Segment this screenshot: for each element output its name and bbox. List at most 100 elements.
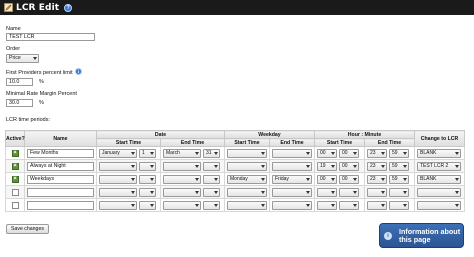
date-start-day-select[interactable] <box>139 174 156 184</box>
weekday-end-select[interactable] <box>272 161 312 171</box>
min-margin-input[interactable]: 30.0 <box>6 99 33 107</box>
end-minute-select[interactable]: 59 <box>389 174 409 184</box>
end-hour-select[interactable] <box>367 200 387 210</box>
date-end-cell <box>160 185 225 199</box>
weekday-end-select[interactable] <box>272 200 312 210</box>
start-hour-select[interactable]: 19 <box>317 161 337 171</box>
start-hour-select[interactable] <box>317 200 337 210</box>
chevron-down-icon <box>195 177 199 181</box>
date-end-month-select[interactable] <box>163 200 201 210</box>
start-minute-select[interactable]: 00 <box>339 148 359 158</box>
period-name-input[interactable] <box>27 200 94 210</box>
weekday-start-select[interactable] <box>227 200 267 210</box>
active-checkbox[interactable]: × <box>11 149 19 157</box>
chevron-down-icon <box>261 164 265 168</box>
date-start-month-select[interactable] <box>99 174 137 184</box>
date-end-day-select[interactable] <box>203 161 220 171</box>
change-to-lcr-select[interactable] <box>417 187 461 197</box>
help-icon[interactable]: ? <box>64 3 73 12</box>
date-start-day-select[interactable] <box>139 200 156 210</box>
chevron-down-icon <box>131 203 135 207</box>
name-input[interactable]: TEST LCR <box>6 33 95 41</box>
chevron-down-icon <box>150 203 154 207</box>
end-hour-select[interactable] <box>367 187 387 197</box>
active-cell <box>5 185 25 199</box>
weekday-end-cell <box>269 185 315 199</box>
start-minute-select[interactable]: 00 <box>339 161 359 171</box>
date-start-day-select[interactable] <box>139 161 156 171</box>
end-minute-select[interactable] <box>389 200 409 210</box>
active-checkbox[interactable] <box>11 201 19 209</box>
order-select[interactable]: Price <box>6 54 39 63</box>
chevron-down-icon <box>455 164 459 168</box>
end-minute-select-value: 59 <box>392 149 398 156</box>
weekday-start-select[interactable]: Monday <box>227 174 267 184</box>
date-end-month-select[interactable] <box>163 187 201 197</box>
weekday-start-select[interactable] <box>227 148 267 158</box>
weekday-start-select[interactable] <box>227 187 267 197</box>
first-providers-input[interactable]: 10.0 <box>6 78 33 86</box>
chevron-down-icon <box>306 177 310 181</box>
date-end-day-select[interactable]: 31 <box>203 148 220 158</box>
date-start-day-select[interactable]: 1 <box>139 148 156 158</box>
date-start-month-select[interactable] <box>99 161 137 171</box>
end-hour-select[interactable]: 23 <box>367 161 387 171</box>
chevron-down-icon <box>331 203 335 207</box>
change-to-lcr-select[interactable]: BLANK <box>417 174 461 184</box>
name-cell: Few Months <box>24 146 97 160</box>
period-name-input[interactable]: Weekdays <box>27 174 94 184</box>
info-box-label: Information about this page <box>399 226 461 244</box>
change-to-lcr-select[interactable]: TEST LCR 2 <box>417 161 461 171</box>
date-start-day-select[interactable] <box>139 187 156 197</box>
change-to-lcr-select[interactable] <box>417 200 461 210</box>
date-start-month-select[interactable]: January <box>99 148 137 158</box>
active-checkbox[interactable] <box>11 188 19 196</box>
end-hour-select[interactable]: 23 <box>367 174 387 184</box>
date-end-month-select[interactable] <box>163 161 201 171</box>
date-end-day-select[interactable] <box>203 174 220 184</box>
date-end-month-select[interactable] <box>163 174 201 184</box>
chevron-down-icon <box>150 190 154 194</box>
chevron-down-icon <box>403 203 407 207</box>
date-end-day-select[interactable] <box>203 200 220 210</box>
weekday-end-select[interactable] <box>272 148 312 158</box>
info-about-page-button[interactable]: i Information about this page <box>379 223 464 248</box>
start-hour-select[interactable] <box>317 187 337 197</box>
active-checkbox[interactable]: × <box>11 175 19 183</box>
weekday-end-select[interactable]: Friday <box>272 174 312 184</box>
end-minute-select[interactable]: 59 <box>389 161 409 171</box>
active-cell <box>5 198 25 212</box>
chevron-down-icon <box>403 151 407 155</box>
period-name-input[interactable]: Few Months <box>27 148 94 158</box>
end-minute-select[interactable]: 59 <box>389 148 409 158</box>
page-title: LCR Edit <box>16 2 60 13</box>
date-start-month-select[interactable] <box>99 187 137 197</box>
weekday-start-select[interactable] <box>227 161 267 171</box>
start-minute-select[interactable] <box>339 187 359 197</box>
chevron-down-icon <box>261 190 265 194</box>
chevron-down-icon <box>131 164 135 168</box>
end-hour-select[interactable]: 23 <box>367 148 387 158</box>
name-cell: Weekdays <box>24 172 97 186</box>
table-row: × Weekdays Monday Friday 00 00 23 59 BLANK <box>5 172 465 186</box>
chevron-down-icon <box>195 164 199 168</box>
start-minute-select[interactable]: 00 <box>339 174 359 184</box>
active-checkbox[interactable]: × <box>11 162 19 170</box>
save-changes-button[interactable]: Save changes <box>6 224 49 234</box>
date-start-month-select[interactable] <box>99 200 137 210</box>
info-icon[interactable]: i <box>75 68 82 75</box>
end-minute-select[interactable] <box>389 187 409 197</box>
start-minute-select[interactable] <box>339 200 359 210</box>
change-to-lcr-select[interactable]: BLANK <box>417 148 461 158</box>
date-end-month-select[interactable]: March <box>163 148 201 158</box>
weekday-end-select[interactable] <box>272 187 312 197</box>
start-hour-select[interactable]: 00 <box>317 174 337 184</box>
period-name-input[interactable] <box>27 187 94 197</box>
date-end-day-select[interactable] <box>203 187 220 197</box>
header-hour-minute: Hour : Minute <box>314 130 415 139</box>
chevron-down-icon <box>306 190 310 194</box>
weekday-start-cell <box>224 146 270 160</box>
period-name-input[interactable]: Always at Night <box>27 161 94 171</box>
start-hour-select[interactable]: 00 <box>317 148 337 158</box>
date-end-cell <box>160 198 225 212</box>
